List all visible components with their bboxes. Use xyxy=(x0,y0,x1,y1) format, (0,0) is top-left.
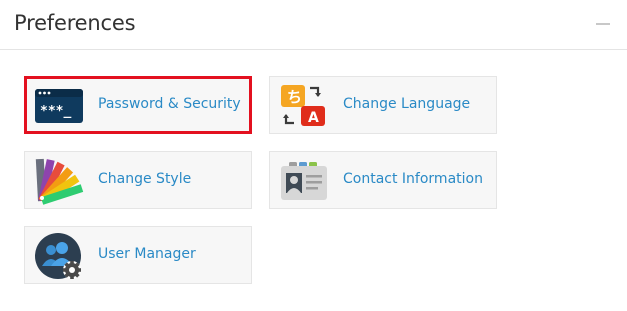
change-language-tile[interactable]: ち A Change Language xyxy=(269,76,497,134)
panel-title: Preferences xyxy=(14,11,136,35)
svg-text:***_: ***_ xyxy=(40,104,71,119)
user-manager-icon xyxy=(34,232,84,280)
svg-text:ち: ち xyxy=(287,88,302,106)
password-security-label: Password & Security xyxy=(98,96,241,112)
password-security-tile[interactable]: ***_ Password & Security xyxy=(24,76,252,134)
change-style-tile[interactable]: Change Style xyxy=(24,151,252,209)
change-language-label: Change Language xyxy=(343,96,471,112)
panel-header: Preferences xyxy=(0,0,627,50)
contact-information-tile[interactable]: Contact Information xyxy=(269,151,497,209)
password-terminal-icon: ***_ xyxy=(34,82,84,130)
user-manager-tile[interactable]: User Manager xyxy=(24,226,252,284)
color-swatches-icon xyxy=(34,157,84,205)
user-manager-label: User Manager xyxy=(98,246,196,262)
contact-information-label: Contact Information xyxy=(343,171,483,187)
change-style-label: Change Style xyxy=(98,171,192,187)
collapse-button[interactable] xyxy=(596,16,610,30)
preferences-panel: Preferences ***_ Password & Security ち A… xyxy=(0,0,627,311)
contact-card-icon xyxy=(279,157,329,205)
svg-text:A: A xyxy=(308,110,319,126)
language-icon: ち A xyxy=(279,82,329,130)
